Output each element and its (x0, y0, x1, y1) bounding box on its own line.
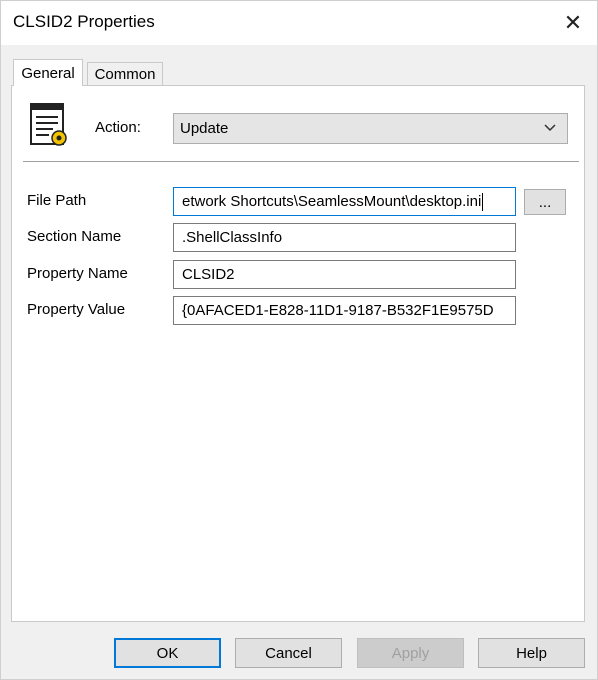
file-path-input[interactable]: etwork Shortcuts\SeamlessMount\desktop.i… (173, 187, 516, 216)
text-caret (482, 192, 484, 211)
property-value-value: {0AFACED1-E828-11D1-9187-B532F1E9575D (182, 302, 494, 319)
close-icon: ✕ (563, 10, 583, 35)
help-button[interactable]: Help (478, 638, 585, 668)
file-path-label: File Path (27, 192, 87, 209)
property-value-input[interactable]: {0AFACED1-E828-11D1-9187-B532F1E9575D (173, 296, 516, 325)
property-name-input[interactable]: CLSID2 (173, 260, 516, 289)
apply-button[interactable]: Apply (357, 638, 464, 668)
separator (23, 161, 579, 163)
property-name-label: Property Name (27, 265, 128, 282)
file-path-value: etwork Shortcuts\SeamlessMount\desktop.i… (182, 193, 482, 210)
section-name-label: Section Name (27, 228, 122, 245)
action-select-value: Update (180, 120, 229, 137)
ok-button-label: OK (156, 644, 179, 662)
cancel-button[interactable]: Cancel (235, 638, 342, 668)
ini-file-icon (30, 103, 67, 146)
ok-button[interactable]: OK (114, 638, 221, 668)
tab-common[interactable]: Common (87, 62, 163, 86)
action-select[interactable]: Update (173, 113, 568, 144)
tab-general-label: General (21, 64, 75, 82)
tab-common-label: Common (94, 65, 156, 83)
browse-button[interactable]: ... (524, 189, 566, 215)
cancel-button-label: Cancel (265, 644, 312, 662)
action-label: Action: (95, 119, 141, 136)
apply-button-label: Apply (391, 644, 430, 662)
section-name-value: .ShellClassInfo (182, 229, 283, 246)
window-title: CLSID2 Properties (13, 12, 155, 31)
property-value-label: Property Value (27, 301, 126, 318)
properties-dialog: CLSID2 Properties ✕ General Common Actio… (0, 0, 598, 680)
section-name-input[interactable]: .ShellClassInfo (173, 223, 516, 252)
tab-panel-general (11, 85, 585, 622)
title-bar: CLSID2 Properties ✕ (1, 1, 597, 45)
browse-button-label: ... (538, 193, 552, 211)
chevron-down-icon (544, 124, 556, 132)
help-button-label: Help (516, 644, 547, 662)
property-name-value: CLSID2 (182, 266, 235, 283)
tab-general[interactable]: General (13, 59, 83, 86)
close-button[interactable]: ✕ (549, 1, 597, 45)
